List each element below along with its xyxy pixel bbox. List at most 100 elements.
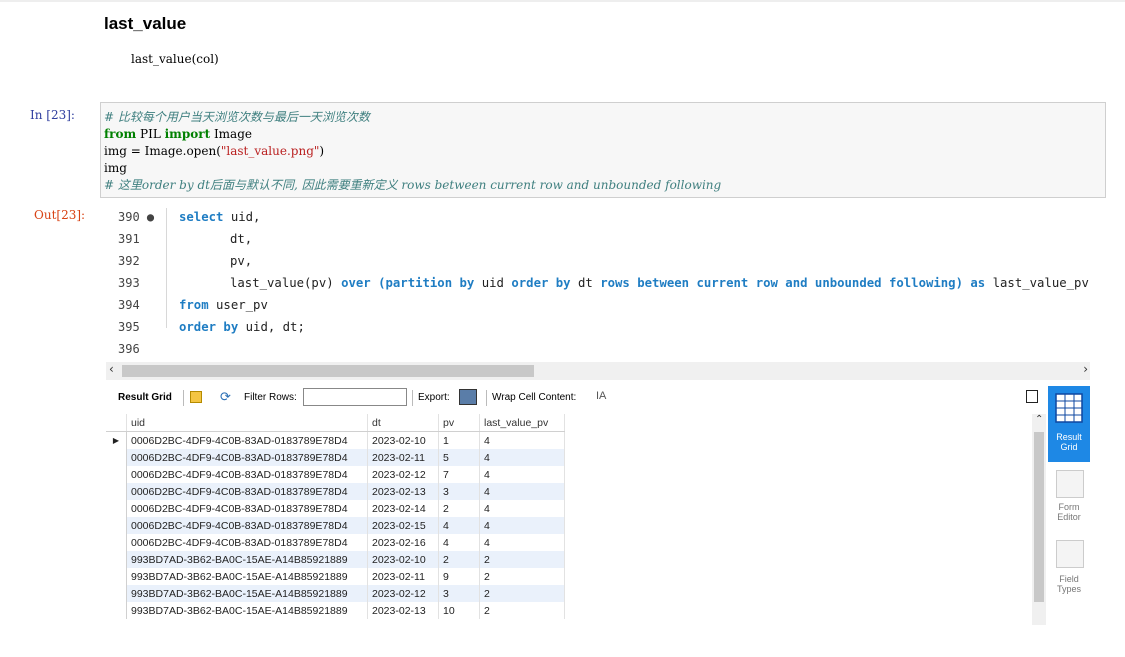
scroll-right-icon[interactable]: ›	[1083, 362, 1088, 376]
column-header-dt[interactable]: dt	[367, 414, 439, 432]
function-signature: last_value(col)	[131, 52, 219, 66]
table-row[interactable]: 0006D2BC-4DF9-4C0B-83AD-0183789E78D4 2023…	[106, 449, 565, 466]
row-indicator[interactable]	[106, 585, 127, 602]
cell-dt[interactable]: 2023-02-11	[367, 568, 439, 585]
cell-last-value-pv[interactable]: 4	[479, 431, 565, 449]
row-indicator-header	[106, 414, 127, 432]
cell-pv[interactable]: 4	[438, 517, 480, 534]
cell-uid[interactable]: 0006D2BC-4DF9-4C0B-83AD-0183789E78D4	[126, 517, 368, 534]
side-item-field-types[interactable]: Field Types	[1048, 574, 1090, 594]
filter-rows-input[interactable]	[303, 388, 407, 406]
cell-pv[interactable]: 1	[438, 431, 480, 449]
cell-dt[interactable]: 2023-02-11	[367, 449, 439, 466]
cell-uid[interactable]: 993BD7AD-3B62-BA0C-15AE-A14B85921889	[126, 568, 368, 585]
cell-pv[interactable]: 3	[438, 585, 480, 602]
scroll-thumb[interactable]	[122, 365, 534, 377]
code-comment-2: # 这里order by dt后面与默认不同, 因此需要重新定义 rows be…	[104, 178, 722, 192]
cell-pv[interactable]: 2	[438, 500, 480, 517]
cell-uid[interactable]: 0006D2BC-4DF9-4C0B-83AD-0183789E78D4	[126, 534, 368, 551]
cell-dt[interactable]: 2023-02-10	[367, 431, 439, 449]
code-input-cell[interactable]: # 比较每个用户当天浏览次数与最后一天浏览次数 from PIL import …	[100, 102, 1106, 198]
cell-uid[interactable]: 993BD7AD-3B62-BA0C-15AE-A14B85921889	[126, 585, 368, 602]
table-row[interactable]: 0006D2BC-4DF9-4C0B-83AD-0183789E78D4 2023…	[106, 466, 565, 483]
cell-dt[interactable]: 2023-02-15	[367, 517, 439, 534]
cell-dt[interactable]: 2023-02-12	[367, 466, 439, 483]
column-header-pv[interactable]: pv	[438, 414, 480, 432]
input-prompt: In [23]:	[30, 108, 75, 122]
cell-pv[interactable]: 3	[438, 483, 480, 500]
side-panel: Result Grid Form Editor Field Types	[1048, 386, 1090, 625]
cell-last-value-pv[interactable]: 2	[479, 602, 565, 619]
cell-dt[interactable]: 2023-02-12	[367, 585, 439, 602]
cell-dt[interactable]: 2023-02-16	[367, 534, 439, 551]
refresh-icon[interactable]: ⟳	[220, 389, 231, 405]
side-item-form-editor[interactable]: Form Editor	[1048, 502, 1090, 522]
field-types-icon	[1056, 540, 1084, 568]
row-indicator[interactable]	[106, 551, 127, 568]
row-indicator[interactable]	[106, 483, 127, 500]
current-row-marker-icon[interactable]: ▶	[106, 431, 127, 449]
cell-uid[interactable]: 0006D2BC-4DF9-4C0B-83AD-0183789E78D4	[126, 500, 368, 517]
cell-pv[interactable]: 7	[438, 466, 480, 483]
export-icon[interactable]	[459, 389, 477, 405]
cell-last-value-pv[interactable]: 2	[479, 585, 565, 602]
horizontal-scrollbar[interactable]: ‹ ›	[106, 362, 1090, 380]
row-indicator[interactable]	[106, 534, 127, 551]
cell-pv[interactable]: 9	[438, 568, 480, 585]
table-row[interactable]: 0006D2BC-4DF9-4C0B-83AD-0183789E78D4 2023…	[106, 483, 565, 500]
side-item-result-grid[interactable]: Result Grid	[1048, 386, 1090, 462]
cell-last-value-pv[interactable]: 4	[479, 466, 565, 483]
cell-dt[interactable]: 2023-02-13	[367, 602, 439, 619]
table-row[interactable]: 0006D2BC-4DF9-4C0B-83AD-0183789E78D4 2023…	[106, 517, 565, 534]
table-row[interactable]: 993BD7AD-3B62-BA0C-15AE-A14B85921889 2023…	[106, 551, 565, 568]
cell-uid[interactable]: 0006D2BC-4DF9-4C0B-83AD-0183789E78D4	[126, 449, 368, 466]
cell-dt[interactable]: 2023-02-10	[367, 551, 439, 568]
table-row[interactable]: ▶ 0006D2BC-4DF9-4C0B-83AD-0183789E78D4 202…	[106, 431, 565, 449]
table-row[interactable]: 993BD7AD-3B62-BA0C-15AE-A14B85921889 2023…	[106, 602, 565, 619]
cell-dt[interactable]: 2023-02-13	[367, 483, 439, 500]
row-indicator[interactable]	[106, 449, 127, 466]
row-indicator[interactable]	[106, 500, 127, 517]
wrap-cell-icon[interactable]: IA	[596, 390, 606, 402]
scroll-thumb[interactable]	[1034, 432, 1044, 602]
table-row[interactable]: 993BD7AD-3B62-BA0C-15AE-A14B85921889 2023…	[106, 568, 565, 585]
cell-pv[interactable]: 5	[438, 449, 480, 466]
cell-pv[interactable]: 2	[438, 551, 480, 568]
cell-dt[interactable]: 2023-02-14	[367, 500, 439, 517]
column-header-uid[interactable]: uid	[126, 414, 368, 432]
cell-pv[interactable]: 4	[438, 534, 480, 551]
output-image: 390 ● 391 392 393 394 395 396 select uid…	[106, 204, 1090, 625]
divider	[183, 390, 184, 406]
table-row[interactable]: 0006D2BC-4DF9-4C0B-83AD-0183789E78D4 2023…	[106, 500, 565, 517]
cell-uid[interactable]: 0006D2BC-4DF9-4C0B-83AD-0183789E78D4	[126, 431, 368, 449]
fold-gutter	[166, 208, 167, 328]
table-row[interactable]: 993BD7AD-3B62-BA0C-15AE-A14B85921889 2023…	[106, 585, 565, 602]
cell-last-value-pv[interactable]: 4	[479, 449, 565, 466]
cell-pv[interactable]: 10	[438, 602, 480, 619]
row-indicator[interactable]	[106, 602, 127, 619]
cell-uid[interactable]: 0006D2BC-4DF9-4C0B-83AD-0183789E78D4	[126, 466, 368, 483]
cell-last-value-pv[interactable]: 2	[479, 551, 565, 568]
scroll-left-icon[interactable]: ‹	[109, 362, 114, 376]
cell-uid[interactable]: 993BD7AD-3B62-BA0C-15AE-A14B85921889	[126, 602, 368, 619]
row-indicator[interactable]	[106, 568, 127, 585]
cell-uid[interactable]: 993BD7AD-3B62-BA0C-15AE-A14B85921889	[126, 551, 368, 568]
cell-last-value-pv[interactable]: 2	[479, 568, 565, 585]
row-indicator[interactable]	[106, 466, 127, 483]
scroll-up-icon[interactable]: ⌃	[1035, 414, 1043, 425]
result-grid-tab[interactable]: Result Grid	[118, 392, 172, 403]
vertical-scrollbar[interactable]: ⌃	[1032, 414, 1046, 625]
sql-line-394: from user_pv	[179, 298, 268, 312]
row-indicator[interactable]	[106, 517, 127, 534]
sql-editor[interactable]: 390 ● 391 392 393 394 395 396 select uid…	[106, 204, 1090, 362]
column-header-last-value-pv[interactable]: last_value_pv	[479, 414, 565, 432]
filter-rows-label: Filter Rows:	[244, 392, 297, 403]
cell-last-value-pv[interactable]: 4	[479, 483, 565, 500]
cell-last-value-pv[interactable]: 4	[479, 500, 565, 517]
cell-last-value-pv[interactable]: 4	[479, 517, 565, 534]
panel-toggle-icon[interactable]	[1026, 390, 1038, 403]
cell-last-value-pv[interactable]: 4	[479, 534, 565, 551]
cell-uid[interactable]: 0006D2BC-4DF9-4C0B-83AD-0183789E78D4	[126, 483, 368, 500]
grid-view-icon[interactable]	[190, 391, 202, 403]
table-row[interactable]: 0006D2BC-4DF9-4C0B-83AD-0183789E78D4 2023…	[106, 534, 565, 551]
